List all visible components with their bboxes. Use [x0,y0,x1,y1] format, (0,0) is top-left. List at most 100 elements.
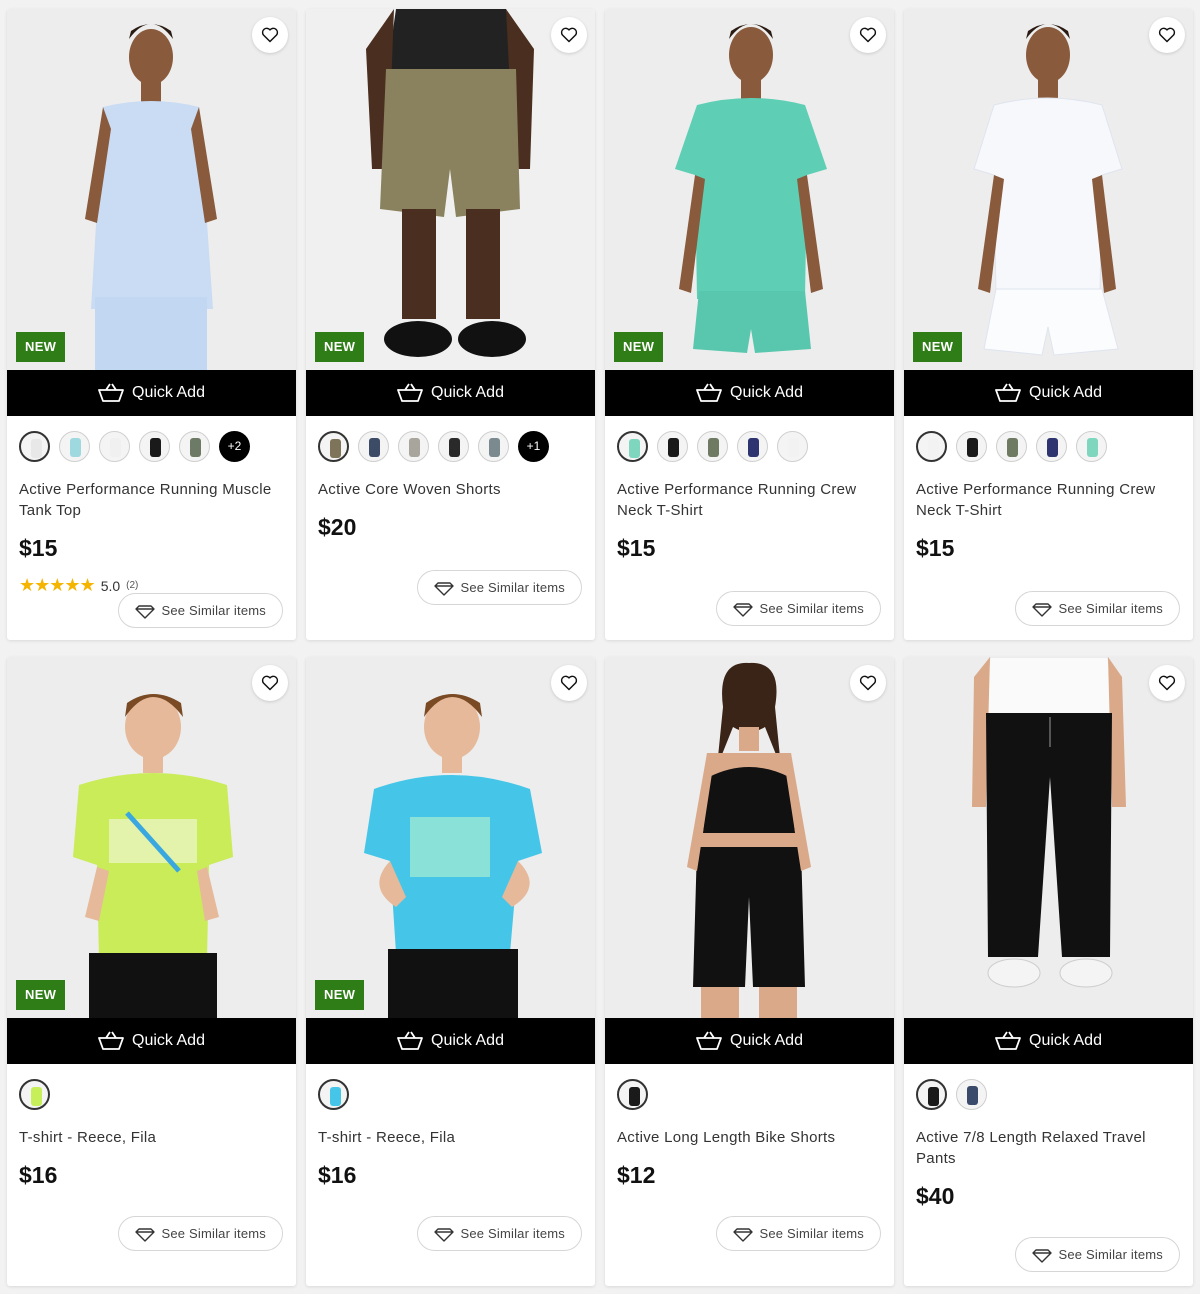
quick-add-label: Quick Add [1029,1032,1102,1049]
color-swatch[interactable] [777,430,808,462]
product-card[interactable]: NEW Quick Add T-shirt - Reece, Fila $16 … [7,657,296,1286]
product-name[interactable]: Active Core Woven Shorts [318,479,583,500]
product-name[interactable]: Active Performance Running Muscle Tank T… [19,479,284,521]
see-similar-label: See Similar items [161,1226,266,1241]
product-image[interactable]: NEW [306,657,595,1018]
color-swatch[interactable] [916,430,947,462]
see-similar-button[interactable]: See Similar items [417,1216,582,1251]
product-card[interactable]: NEW Quick Add Active Performance Running… [904,9,1193,640]
product-card[interactable]: NEW Quick Add +2 Active Performance Runn… [7,9,296,640]
product-price: $12 [617,1162,656,1188]
product-name[interactable]: Active 7/8 Length Relaxed Travel Pants [916,1127,1181,1169]
product-image[interactable]: NEW [904,9,1193,370]
product-name[interactable]: Active Performance Running Crew Neck T-S… [916,479,1181,521]
quick-add-button[interactable]: Quick Add [904,370,1193,416]
quick-add-button[interactable]: Quick Add [605,370,894,416]
color-swatch[interactable] [99,430,130,462]
color-swatch[interactable] [956,430,987,462]
more-colors-button[interactable]: +2 [219,430,250,462]
wishlist-button[interactable] [850,17,886,53]
product-card[interactable]: Quick Add Active Long Length Bike Shorts… [605,657,894,1286]
wishlist-button[interactable] [850,665,886,701]
color-swatch[interactable] [956,1078,987,1110]
color-swatch[interactable] [1076,430,1107,462]
product-card[interactable]: Quick Add Active 7/8 Length Relaxed Trav… [904,657,1193,1286]
rating-count: (2) [126,580,139,591]
basket-icon [696,383,722,402]
wishlist-button[interactable] [252,665,288,701]
basket-icon [696,1031,722,1050]
color-swatch[interactable] [179,430,210,462]
product-image[interactable]: NEW [7,657,296,1018]
similar-items-icon [135,1227,156,1242]
color-swatch[interactable] [916,1078,947,1110]
similar-items-icon [1032,1248,1053,1263]
color-swatch[interactable] [398,430,429,462]
wishlist-button[interactable] [1149,17,1185,53]
quick-add-button[interactable]: Quick Add [904,1018,1193,1064]
product-card[interactable]: NEW Quick Add +1 Active Core Woven Short… [306,9,595,640]
color-swatch[interactable] [19,430,50,462]
quick-add-button[interactable]: Quick Add [7,1018,296,1064]
product-image[interactable]: NEW [7,9,296,370]
product-name[interactable]: Active Long Length Bike Shorts [617,1127,882,1148]
color-swatch[interactable] [139,430,170,462]
product-name[interactable]: T-shirt - Reece, Fila [318,1127,583,1148]
wishlist-button[interactable] [551,665,587,701]
color-swatches [916,1078,1181,1110]
product-image[interactable]: NEW [306,9,595,370]
product-image[interactable] [904,657,1193,1018]
quick-add-button[interactable]: Quick Add [306,370,595,416]
heart-icon [1158,27,1176,43]
quick-add-button[interactable]: Quick Add [7,370,296,416]
color-swatch[interactable] [358,430,389,462]
color-swatches [318,1078,583,1110]
product-card[interactable]: NEW Quick Add T-shirt - Reece, Fila $16 … [306,657,595,1286]
color-swatch[interactable] [478,430,509,462]
see-similar-button[interactable]: See Similar items [118,1216,283,1251]
color-swatch[interactable] [1036,430,1067,462]
quick-add-label: Quick Add [1029,384,1102,401]
color-swatch[interactable] [318,430,349,462]
new-badge: NEW [315,980,365,1010]
color-swatch[interactable] [737,430,768,462]
quick-add-label: Quick Add [431,384,504,401]
quick-add-button[interactable]: Quick Add [605,1018,894,1064]
product-image[interactable] [605,657,894,1018]
color-swatch[interactable] [59,430,90,462]
color-swatch[interactable] [438,430,469,462]
wishlist-button[interactable] [1149,665,1185,701]
basket-icon [98,383,124,402]
see-similar-button[interactable]: See Similar items [417,570,582,605]
heart-icon [560,675,578,691]
see-similar-button[interactable]: See Similar items [716,591,881,626]
color-swatch[interactable] [697,430,728,462]
color-swatch[interactable] [318,1078,349,1110]
see-similar-button[interactable]: See Similar items [716,1216,881,1251]
more-colors-button[interactable]: +1 [518,430,549,462]
heart-icon [560,27,578,43]
basket-icon [98,1031,124,1050]
product-price: $15 [916,535,955,561]
basket-icon [995,1031,1021,1050]
color-swatch[interactable] [19,1078,50,1110]
see-similar-button[interactable]: See Similar items [118,593,283,628]
see-similar-button[interactable]: See Similar items [1015,591,1180,626]
product-name[interactable]: T-shirt - Reece, Fila [19,1127,284,1148]
product-name[interactable]: Active Performance Running Crew Neck T-S… [617,479,882,521]
wishlist-button[interactable] [551,17,587,53]
wishlist-button[interactable] [252,17,288,53]
product-card[interactable]: NEW Quick Add Active Performance Running… [605,9,894,640]
product-image[interactable]: NEW [605,9,894,370]
color-swatch[interactable] [996,430,1027,462]
see-similar-button[interactable]: See Similar items [1015,1237,1180,1272]
color-swatch[interactable] [617,430,648,462]
color-swatch[interactable] [657,430,688,462]
color-swatches: +1 [318,430,583,462]
color-swatch[interactable] [617,1078,648,1110]
quick-add-button[interactable]: Quick Add [306,1018,595,1064]
similar-items-icon [733,1227,754,1242]
see-similar-label: See Similar items [460,1226,565,1241]
color-swatches [916,430,1181,462]
rating-score: 5.0 [100,577,121,594]
